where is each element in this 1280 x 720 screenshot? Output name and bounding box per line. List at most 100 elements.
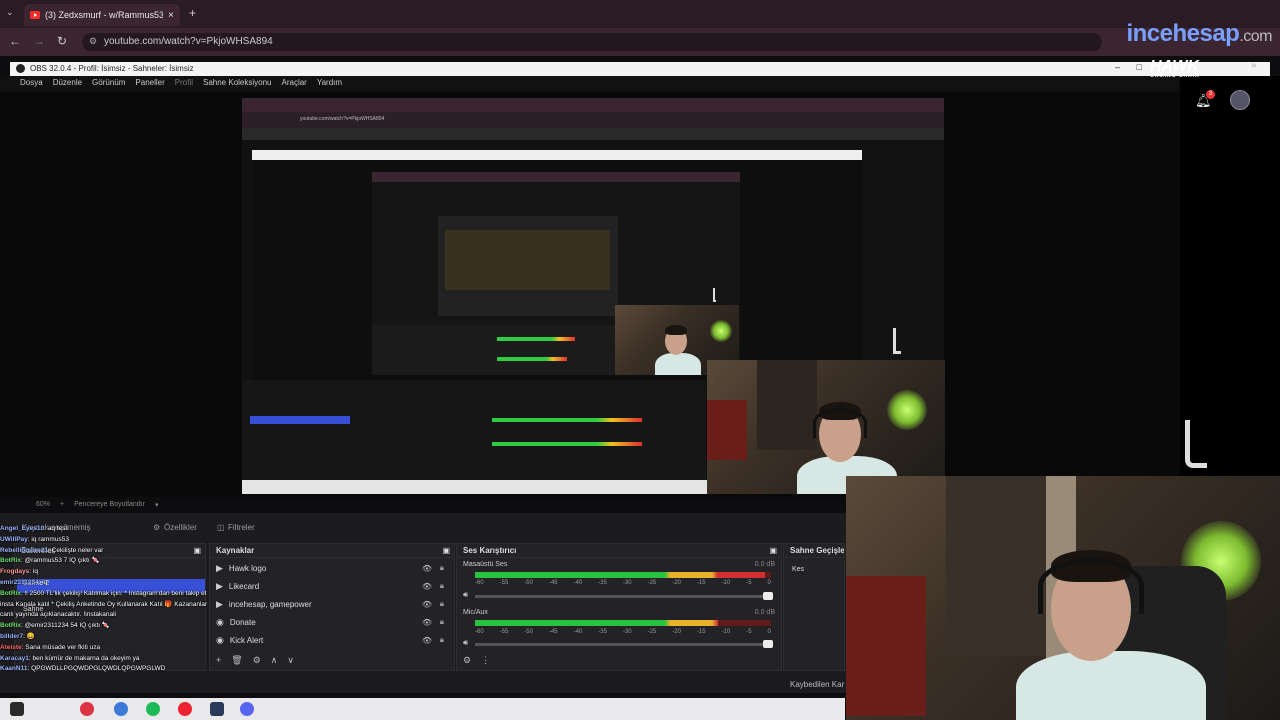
new-tab-button[interactable]: +	[189, 6, 196, 20]
menu-file[interactable]: Dosya	[20, 78, 43, 92]
minimize-icon[interactable]: –	[1115, 62, 1120, 72]
hawk-logo: HAWK GAMING CHAIR	[1150, 58, 1200, 79]
scale-tick: -55	[499, 580, 509, 586]
source-row[interactable]: ▶ Likecard 👁︎ 🔒︎	[216, 578, 450, 594]
site-info-icon[interactable]: ⚙	[89, 36, 97, 47]
slider-handle[interactable]	[763, 592, 773, 600]
zoom-level[interactable]: 60%	[36, 501, 50, 513]
spotify-icon[interactable]	[146, 702, 160, 716]
lock-icon[interactable]: 🔒︎	[440, 599, 444, 609]
speaker-icon[interactable]: 🔊︎	[463, 590, 468, 600]
scale-tick: -35	[598, 629, 607, 635]
chat-username: BotRix	[0, 557, 21, 565]
eye-icon[interactable]: 👁︎	[422, 582, 432, 591]
menu-profile[interactable]: Profil	[175, 78, 193, 92]
slider-handle[interactable]	[763, 640, 773, 648]
menu-edit[interactable]: Düzenle	[53, 78, 82, 92]
menu-docks[interactable]: Paneller	[135, 78, 164, 92]
obs-window-title: OBS 32.0.4 - Profil: İsimsiz - Sahneler:…	[30, 64, 194, 73]
eye-icon[interactable]: 👁︎	[422, 636, 432, 645]
scale-tick: -50	[524, 629, 533, 635]
chat-username: BotRix	[0, 622, 21, 630]
brand-watermark: incehesap.com	[1126, 20, 1272, 48]
app-icon[interactable]	[114, 702, 128, 716]
obs-menu-bar: Dosya Düzenle Görünüm Paneller Profil Sa…	[0, 76, 1180, 92]
chat-text: : ‼ 2500 TL'lik çekiliş! Katılmak için: …	[20, 589, 207, 597]
sources-dock: Kaynaklar ▣ ▶ Hawk logo 👁︎ 🔒︎ ▶ Likecard 👁︎…	[209, 543, 455, 671]
chrome-icon[interactable]	[80, 702, 94, 716]
nested-bookmarks-bar	[242, 128, 944, 140]
scale-tick: -30	[622, 580, 632, 586]
app-icon[interactable]	[178, 702, 192, 716]
source-row[interactable]: ◉ Kick Alert 👁︎ 🔒︎	[216, 632, 450, 648]
scale-tick: -60	[475, 629, 484, 635]
move-up-icon[interactable]: ∧	[271, 655, 278, 666]
more-options-icon[interactable]: ⋮	[481, 655, 490, 666]
source-row[interactable]: ▶ Hawk logo 👁︎ 🔒︎	[216, 560, 450, 576]
source-row[interactable]: ▶ incehesap, gamepower 👁︎ 🔒︎	[216, 596, 450, 612]
chat-username: Ateiste	[0, 643, 22, 651]
zoom-in-icon[interactable]: +	[60, 501, 64, 513]
eye-icon[interactable]: 👁︎	[422, 564, 432, 573]
reload-icon[interactable]: ↻	[57, 34, 67, 48]
app-icon[interactable]	[210, 702, 224, 716]
menu-scene-collection[interactable]: Sahne Koleksiyonu	[203, 78, 272, 92]
scale-tick: -35	[598, 580, 607, 586]
chat-username: Frogdays	[0, 568, 30, 576]
close-tab-icon[interactable]: ×	[168, 10, 174, 21]
lock-icon[interactable]: 🔒︎	[440, 581, 444, 591]
start-icon[interactable]	[10, 702, 24, 716]
back-icon[interactable]: ←	[9, 34, 21, 48]
extensions-chevron-icon[interactable]: »	[1251, 60, 1257, 71]
chat-message: Frogdays: iq	[0, 567, 240, 578]
obs-logo-icon	[16, 64, 25, 73]
volume-slider[interactable]	[475, 592, 773, 600]
source-settings-icon[interactable]: ⚙	[253, 655, 261, 666]
menu-view[interactable]: Görünüm	[92, 78, 125, 92]
volume-slider[interactable]	[475, 640, 773, 648]
chat-username: UWillPay	[0, 535, 28, 543]
nested-docks	[242, 380, 706, 486]
transition-select[interactable]: Kes	[792, 566, 804, 573]
nested-tab-bar-2	[372, 172, 740, 182]
tab-list-chevron-icon[interactable]: ⌄	[6, 7, 14, 18]
speaker-icon[interactable]: 🔊︎	[463, 638, 468, 648]
address-bar[interactable]: ⚙ youtube.com/watch?v=PkjoWHSA894	[82, 33, 1102, 51]
nested-address-bar: youtube.com/watch?v=PkjoWHSA894	[242, 112, 944, 128]
eye-icon[interactable]: 👁︎	[422, 618, 432, 627]
lock-icon[interactable]: 🔒︎	[440, 635, 444, 645]
undock-icon[interactable]: ▣	[442, 546, 450, 555]
forward-icon[interactable]: →	[33, 34, 45, 48]
chat-message: Rebellionaire21: Çekilişte neler var	[0, 546, 240, 557]
browser-tab[interactable]: (3) Zedxsmurf - w/Rammus53 P ×	[24, 4, 180, 26]
meter-inactive	[717, 620, 771, 626]
undock-icon[interactable]: ▣	[769, 546, 777, 555]
advanced-audio-icon[interactable]: ⚙	[463, 655, 471, 666]
chat-text: : @rammus53 7 IQ çıktı 🍬	[20, 557, 100, 565]
zoom-fit-button[interactable]: Pencereye Boyutlandır	[74, 501, 145, 513]
brand-name: incehesap	[1126, 20, 1240, 47]
source-row[interactable]: ◉ Donate 👁︎ 🔒︎	[216, 614, 450, 630]
eye-icon[interactable]: 👁︎	[422, 600, 432, 609]
cursor-glyph	[1185, 420, 1207, 468]
chat-text: : aq testi	[44, 525, 69, 532]
youtube-icon	[30, 11, 40, 19]
menu-help[interactable]: Yardım	[317, 78, 342, 92]
chat-text: : QPGWDLLPGQWDPGLQWDLQPGWPGLWD	[27, 665, 166, 673]
chat-message: UWillPay: iq rammus53	[0, 535, 240, 546]
menu-tools[interactable]: Araçlar	[282, 78, 307, 92]
move-down-icon[interactable]: ∨	[287, 655, 294, 666]
lock-icon[interactable]: 🔒︎	[440, 617, 444, 627]
lock-icon[interactable]: 🔒︎	[440, 563, 444, 573]
webcam-feed	[846, 476, 1280, 720]
avatar[interactable]	[1230, 90, 1250, 110]
channel-db: 0.0 dB	[754, 609, 775, 616]
discord-icon[interactable]	[240, 702, 254, 716]
scale-tick: -5	[746, 629, 752, 635]
nested-selected-scene	[250, 416, 350, 424]
maximize-icon[interactable]: □	[1137, 62, 1142, 72]
chevron-down-icon[interactable]: ▾	[155, 501, 159, 513]
chat-overlay: Angel_Eyes10: aq testi UWillPay: iq rammu…	[0, 524, 240, 720]
meter-inactive	[765, 572, 771, 578]
nested-game-view	[445, 230, 610, 290]
